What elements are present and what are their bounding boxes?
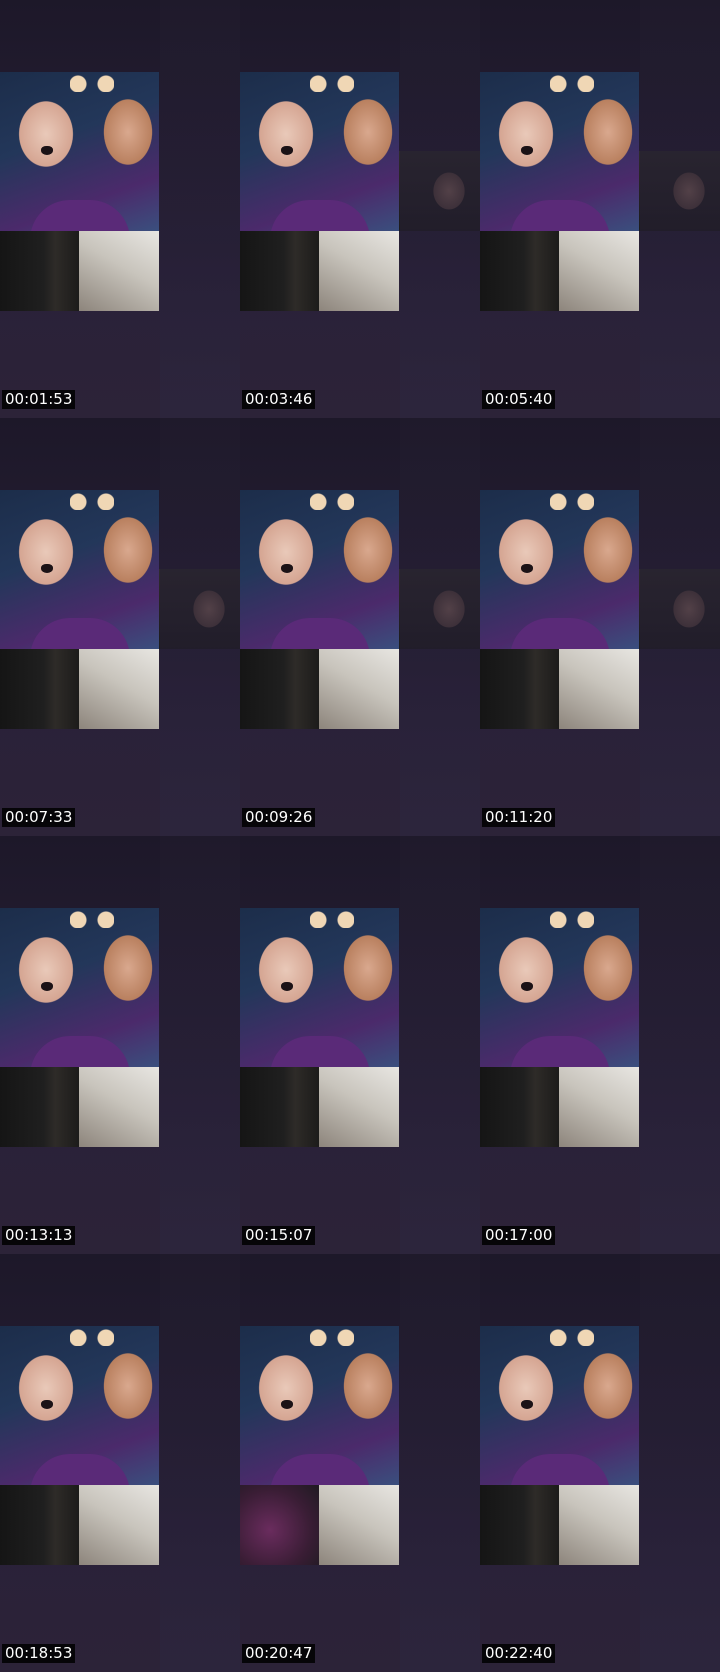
side-participant-video: [639, 569, 720, 649]
participant-video-ceiling: [79, 231, 159, 311]
video-frame[interactable]: 00:07:33: [0, 418, 240, 836]
video-frame[interactable]: 00:03:46: [240, 0, 480, 418]
video-frame[interactable]: 00:13:13: [0, 836, 240, 1254]
video-thumbnail-grid: 00:01:53 00:03:46 00:05:40 00:07:33 00:0…: [0, 0, 720, 1672]
main-participant-video: [0, 72, 159, 231]
frame-timestamp: 00:09:26: [242, 808, 316, 827]
video-frame[interactable]: 00:05:40: [480, 0, 720, 418]
frame-timestamp: 00:01:53: [2, 390, 76, 409]
participant-video-dark: [480, 649, 559, 729]
main-participant-video: [240, 72, 399, 231]
frame-timestamp: 00:20:47: [242, 1644, 316, 1663]
frame-timestamp: 00:07:33: [2, 808, 76, 827]
participant-video-ceiling: [559, 1485, 639, 1565]
frame-timestamp: 00:05:40: [482, 390, 556, 409]
participant-video-ceiling: [319, 1485, 399, 1565]
main-participant-video: [480, 490, 639, 649]
video-frame[interactable]: 00:09:26: [240, 418, 480, 836]
main-participant-video: [240, 490, 399, 649]
participant-video-dark: [0, 1067, 79, 1147]
participant-video-dark: [480, 1067, 559, 1147]
participant-video-ceiling: [559, 649, 639, 729]
participant-video-ceiling: [319, 1067, 399, 1147]
participant-video-dark: [0, 649, 79, 729]
video-frame[interactable]: 00:18:53: [0, 1254, 240, 1672]
main-participant-video: [480, 72, 639, 231]
participant-video-dark: [240, 1067, 319, 1147]
participant-video-dark: [0, 231, 79, 311]
main-participant-video: [480, 1326, 639, 1485]
main-participant-video: [240, 1326, 399, 1485]
participant-video-ceiling: [79, 649, 159, 729]
frame-timestamp: 00:15:07: [242, 1226, 316, 1245]
frame-timestamp: 00:22:40: [482, 1644, 556, 1663]
main-participant-video: [0, 490, 159, 649]
frame-timestamp: 00:13:13: [2, 1226, 76, 1245]
video-frame[interactable]: 00:01:53: [0, 0, 240, 418]
participant-video-dark: [480, 1485, 559, 1565]
video-frame[interactable]: 00:20:47: [240, 1254, 480, 1672]
participant-video-dark: [240, 649, 319, 729]
video-frame[interactable]: 00:15:07: [240, 836, 480, 1254]
participant-video-ceiling: [559, 1067, 639, 1147]
participant-video-ceiling: [319, 231, 399, 311]
participant-video-ceiling: [319, 649, 399, 729]
main-participant-video: [0, 908, 159, 1067]
video-frame[interactable]: 00:11:20: [480, 418, 720, 836]
main-participant-video: [480, 908, 639, 1067]
frame-timestamp: 00:03:46: [242, 390, 316, 409]
participant-video-dark: [240, 231, 319, 311]
participant-video-dark: [480, 231, 559, 311]
participant-video-ceiling: [79, 1067, 159, 1147]
video-frame[interactable]: 00:17:00: [480, 836, 720, 1254]
side-participant-video: [399, 151, 480, 231]
participant-video-dark: [0, 1485, 79, 1565]
main-participant-video: [240, 908, 399, 1067]
frame-timestamp: 00:11:20: [482, 808, 556, 827]
frame-timestamp: 00:18:53: [2, 1644, 76, 1663]
participant-video-ceiling: [559, 231, 639, 311]
video-frame[interactable]: 00:22:40: [480, 1254, 720, 1672]
side-participant-video: [159, 569, 240, 649]
side-participant-video: [399, 569, 480, 649]
frame-timestamp: 00:17:00: [482, 1226, 556, 1245]
main-participant-video: [0, 1326, 159, 1485]
side-participant-video: [639, 151, 720, 231]
participant-video-dark: [240, 1485, 319, 1565]
participant-video-ceiling: [79, 1485, 159, 1565]
